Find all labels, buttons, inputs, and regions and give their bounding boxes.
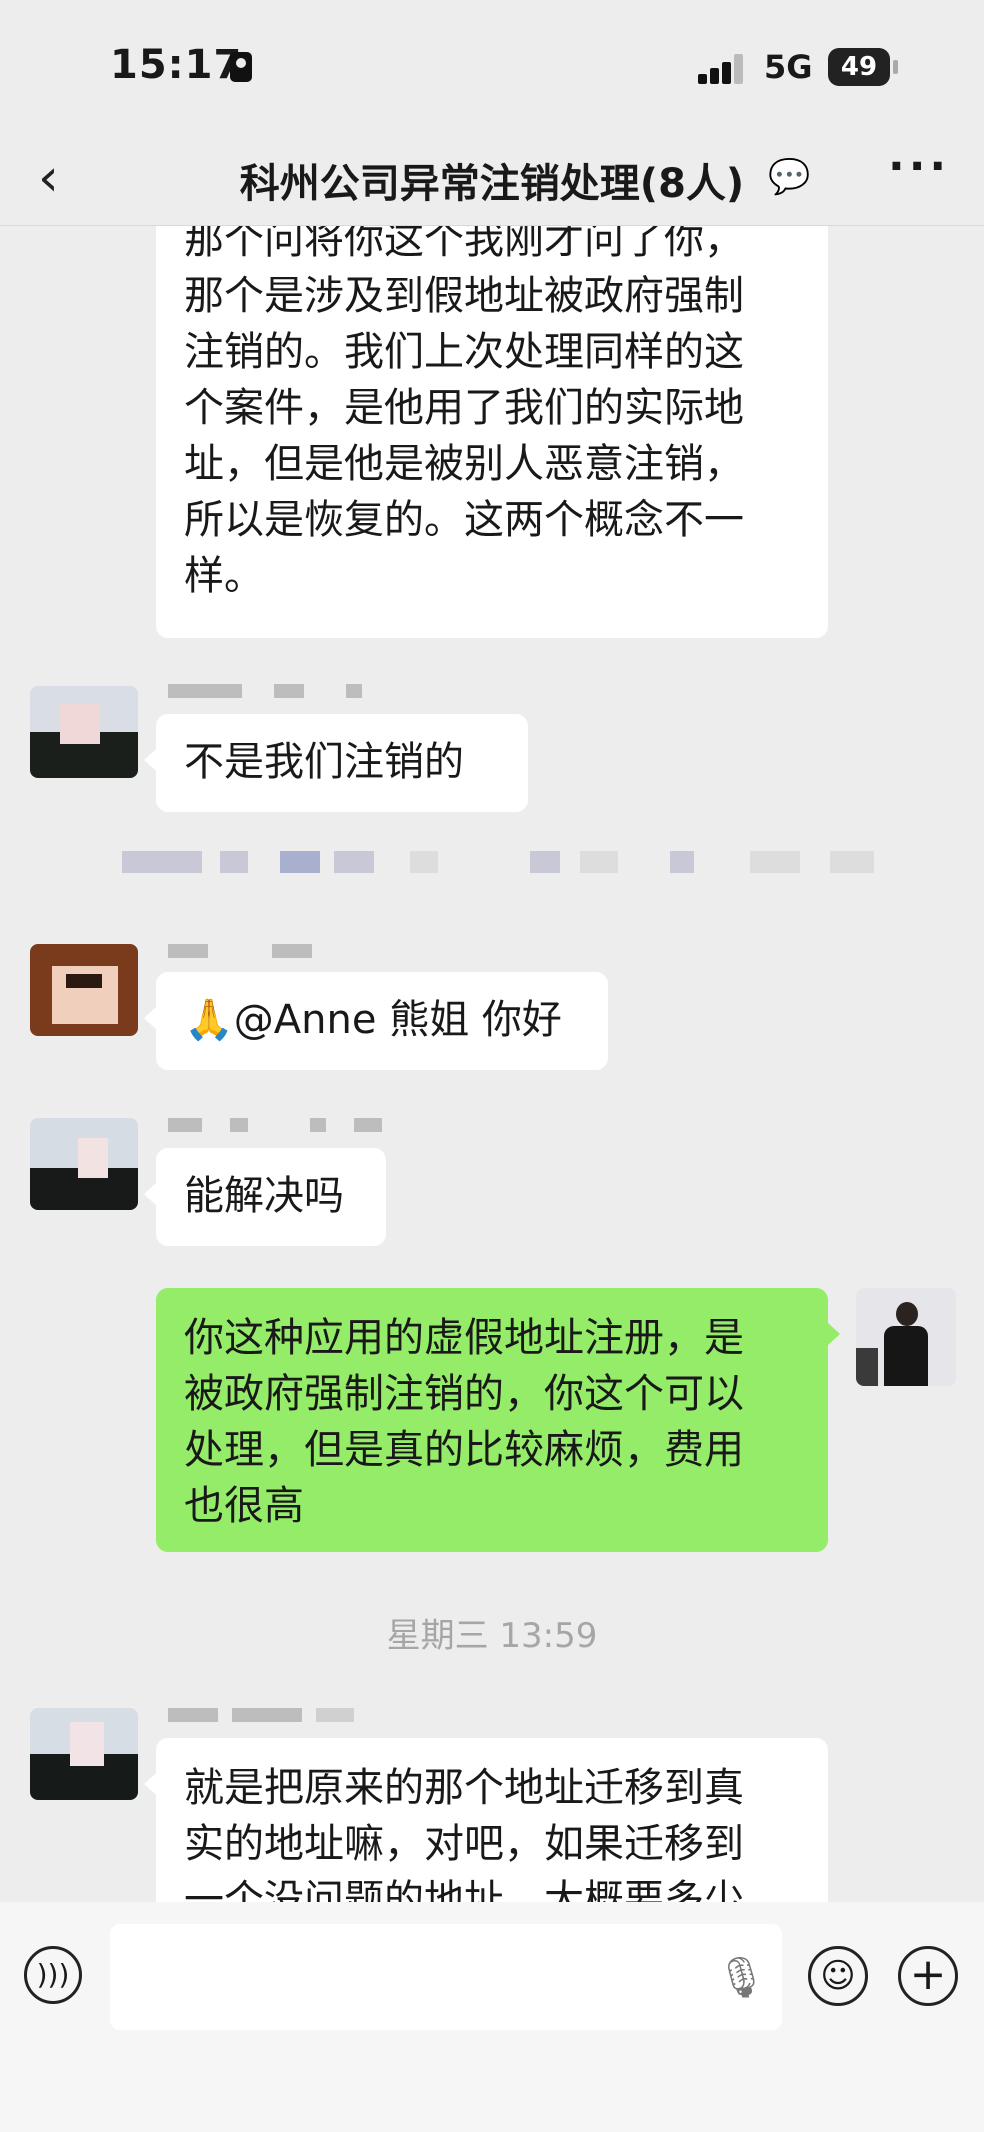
timestamp: 星期三 13:59 [386, 1616, 598, 1656]
message-text: 能解决吗 [184, 1173, 344, 1219]
input-bar: ))) 🎙 ☺ + [0, 1902, 984, 2132]
message-input[interactable] [110, 1924, 782, 2030]
message-text: 就是把原来的那个地址迁移到真 实的地址嘛，对吧，如果迁移到 一个没问题的地址，大… [184, 1765, 744, 1902]
message-bubble[interactable]: 就是把原来的那个地址迁移到真 实的地址嘛，对吧，如果迁移到 一个没问题的地址，大… [144, 1738, 828, 1902]
system-notice [110, 851, 890, 881]
message-text: 你这种应用的虚假地址注册，是 被政府强制注销的，你这个可以 处理，但是真的比较麻… [184, 1315, 744, 1529]
network-type: 5G [764, 48, 813, 86]
chat-bubble-icon: 💬 [768, 157, 811, 197]
battery-icon: 49 [828, 48, 890, 86]
chat-header: ‹ 科州公司异常注销处理(8人) 💬 ··· [0, 135, 984, 226]
message-bubble[interactable]: 🙏@Anne 熊姐 你好 [144, 972, 608, 1070]
message-text: 🙏@Anne 熊姐 你好 [184, 997, 562, 1043]
emoji-icon[interactable]: ☺ [808, 1946, 868, 2006]
avatar[interactable] [30, 686, 138, 778]
message-text: 那个问将你这个我刚才问了你， 那个是涉及到假地址被政府强制 注销的。我们上次处理… [184, 226, 744, 599]
plus-icon[interactable]: + [898, 1946, 958, 2006]
more-dots-icon[interactable]: ··· [888, 141, 950, 192]
battery-cap [893, 60, 898, 74]
outgoing-message-bubble[interactable]: 你这种应用的虚假地址注册，是 被政府强制注销的，你这个可以 处理，但是真的比较麻… [156, 1288, 840, 1552]
message-text: 不是我们注销的 [184, 739, 464, 785]
my-avatar[interactable] [856, 1288, 956, 1386]
microphone-icon[interactable]: 🎙 [716, 1954, 767, 2001]
signal-icon [698, 52, 752, 84]
avatar[interactable] [30, 944, 138, 1036]
message-bubble[interactable]: 那个问将你这个我刚才问了你， 那个是涉及到假地址被政府强制 注销的。我们上次处理… [156, 226, 828, 638]
status-time: 15:17 [110, 42, 243, 88]
avatar[interactable] [30, 1118, 138, 1210]
message-bubble[interactable]: 能解决吗 [144, 1148, 386, 1246]
status-bar: 15:17 5G 49 [0, 0, 984, 135]
focus-person-icon [230, 52, 252, 82]
avatar[interactable] [30, 1708, 138, 1800]
voice-icon[interactable]: ))) [24, 1946, 82, 2004]
message-bubble[interactable]: 不是我们注销的 [144, 714, 528, 812]
message-list[interactable]: 那个问将你这个我刚才问了你， 那个是涉及到假地址被政府强制 注销的。我们上次处理… [0, 226, 984, 1902]
chat-title: 科州公司异常注销处理(8人) [239, 161, 745, 207]
